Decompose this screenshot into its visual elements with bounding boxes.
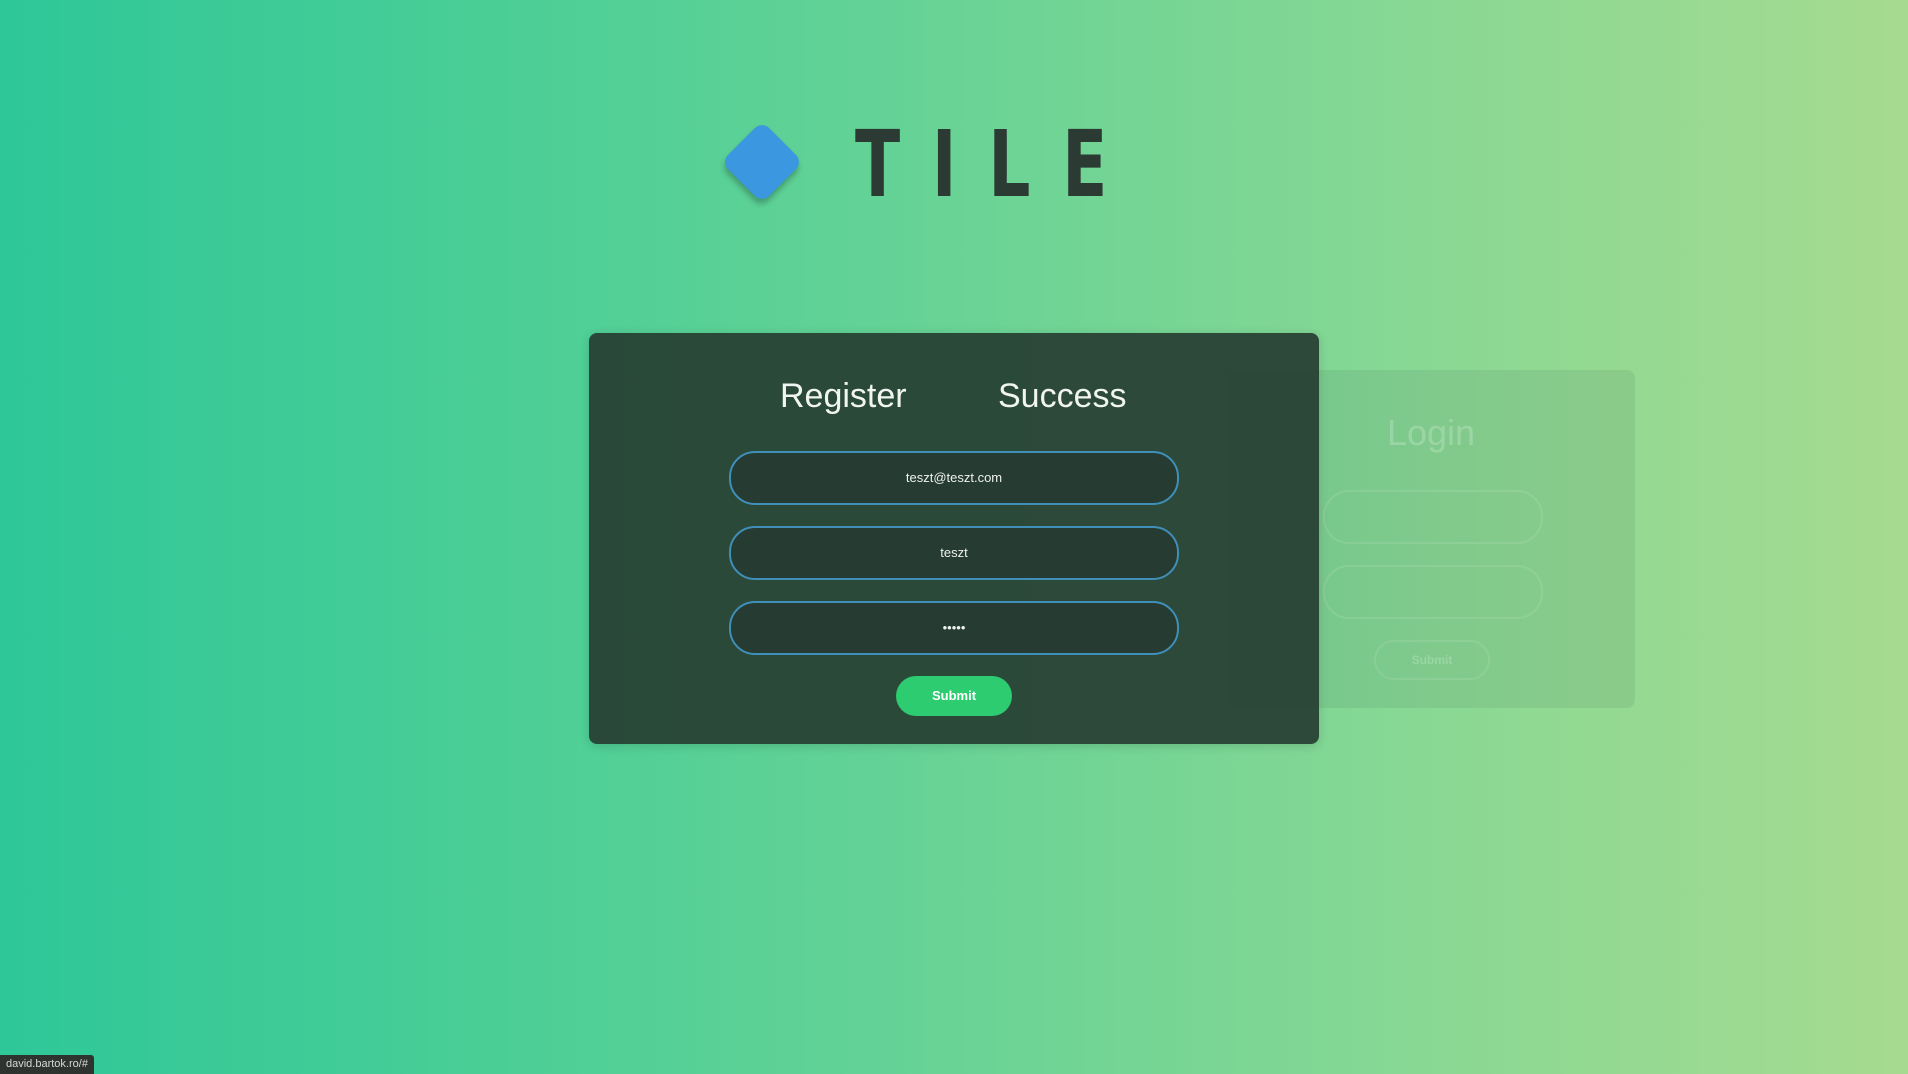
password-field[interactable]: ••••• <box>729 601 1179 655</box>
login-submit-button: Submit <box>1374 640 1490 680</box>
login-email-field <box>1323 490 1543 544</box>
tab-register[interactable]: Register <box>780 377 907 416</box>
logo-text: TILE <box>855 111 1140 218</box>
register-card: Register Success teszt@teszt.com teszt •… <box>589 333 1319 744</box>
submit-button[interactable]: Submit <box>896 676 1012 716</box>
diamond-icon <box>720 120 804 204</box>
tab-success[interactable]: Success <box>998 377 1127 416</box>
status-bar-url: david.bartok.ro/# <box>0 1055 94 1074</box>
email-field[interactable]: teszt@teszt.com <box>729 451 1179 505</box>
logo: TILE <box>715 115 1145 215</box>
login-password-field <box>1323 565 1543 619</box>
username-field[interactable]: teszt <box>729 526 1179 580</box>
